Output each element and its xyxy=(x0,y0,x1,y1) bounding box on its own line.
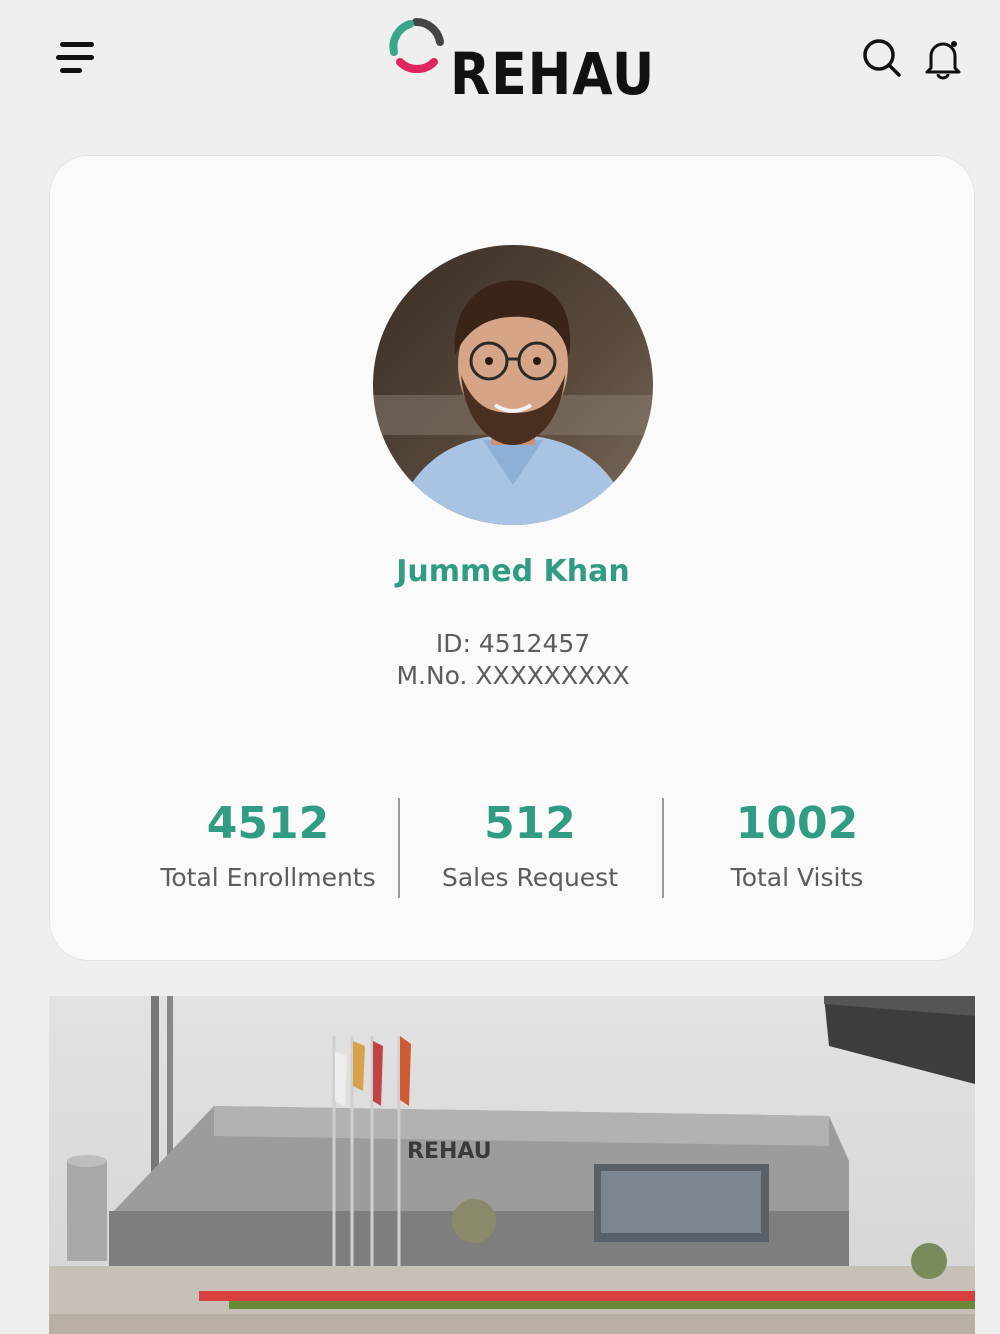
stat-total-visits[interactable]: 1002 Total Visits xyxy=(662,796,932,894)
menu-button[interactable] xyxy=(52,36,100,80)
search-icon xyxy=(863,39,901,77)
stat-sales-request[interactable]: 512 Sales Request xyxy=(395,796,665,894)
stat-total-enrollments[interactable]: 4512 Total Enrollments xyxy=(133,796,403,894)
profile-photo xyxy=(373,245,653,525)
brand-logo: REHAU xyxy=(386,16,654,106)
app-header: REHAU xyxy=(0,0,1000,130)
stat-value: 4512 xyxy=(206,798,330,849)
user-details: ID: 4512457 M.No. XXXXXXXXX xyxy=(50,628,976,692)
stat-value: 1002 xyxy=(735,798,859,849)
user-mobile: M.No. XXXXXXXXX xyxy=(396,661,630,690)
user-id: ID: 4512457 xyxy=(435,629,591,658)
facility-photo: REHAU xyxy=(49,996,975,1334)
bell-icon xyxy=(925,41,961,80)
stat-label: Total Enrollments xyxy=(160,863,376,892)
profile-card: Jummed Khan ID: 4512457 M.No. XXXXXXXXX … xyxy=(49,155,975,961)
notifications-button[interactable] xyxy=(921,36,965,80)
stat-label: Total Visits xyxy=(730,863,864,892)
brand-name: REHAU xyxy=(450,40,656,108)
stats-row: 4512 Total Enrollments 512 Sales Request… xyxy=(50,796,976,906)
stat-value: 512 xyxy=(484,798,576,849)
avatar[interactable] xyxy=(373,245,653,525)
user-name: Jummed Khan xyxy=(396,554,630,589)
logo-mark-icon xyxy=(389,17,444,74)
stat-label: Sales Request xyxy=(441,863,619,892)
building-sign: REHAU xyxy=(407,1139,492,1164)
search-button[interactable] xyxy=(860,36,904,80)
menu-icon xyxy=(60,42,94,47)
facility-banner[interactable]: REHAU xyxy=(49,996,975,1334)
